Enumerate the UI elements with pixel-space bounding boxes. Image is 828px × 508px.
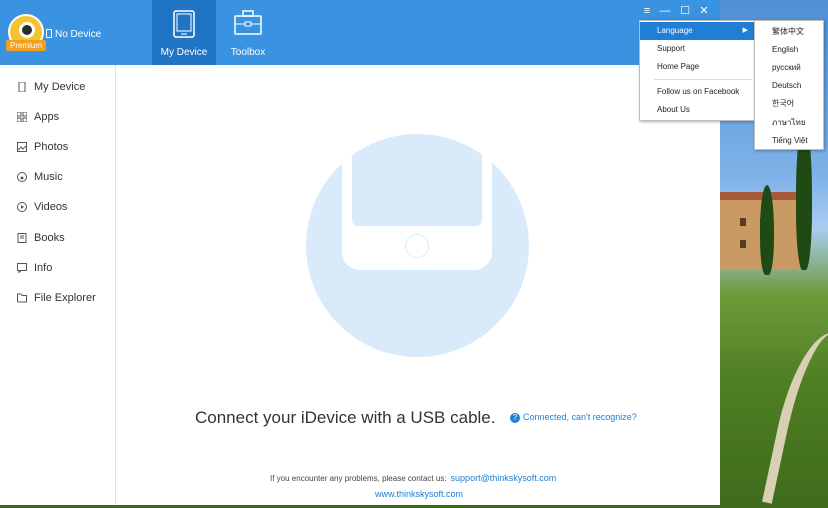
sidebar-item-label: Photos (34, 141, 69, 153)
house-window (740, 218, 746, 226)
connect-instruction: Connect your iDevice with a USB cable. (195, 408, 496, 427)
menu-item-label: Follow us on Facebook (657, 87, 740, 96)
sidebar-item-videos[interactable]: Videos (17, 197, 112, 217)
app-logo: Premium (6, 12, 46, 52)
language-option[interactable]: ภาษาไทย (772, 114, 806, 132)
cypress-tree (760, 185, 774, 275)
sidebar-item-info[interactable]: Info (17, 258, 112, 278)
help-link-label: Connected, can't recognize? (523, 412, 637, 422)
maximize-icon[interactable]: ☐ (678, 4, 692, 18)
window-controls: ≡ — ☐ ✕ (640, 4, 720, 18)
sidebar-item-photos[interactable]: Photos (17, 137, 112, 157)
folder-icon (17, 293, 27, 303)
sidebar-item-label: Videos (34, 201, 68, 213)
language-option[interactable]: русский (772, 59, 801, 77)
photo-icon (17, 142, 27, 152)
sidebar-item-label: Apps (34, 111, 60, 123)
toolbox-icon (234, 10, 262, 35)
menu-item-language[interactable]: Language ▶ (640, 22, 754, 40)
sidebar-item-label: My Device (34, 81, 86, 93)
tab-my-device[interactable]: My Device (152, 0, 216, 65)
website-link[interactable]: www.thinkskysoft.com (375, 489, 463, 499)
phone-screen (352, 134, 482, 226)
sidebar-item-books[interactable]: Books (17, 228, 112, 248)
main-content: Connect your iDevice with a USB cable. ?… (117, 65, 720, 505)
title-bar: Premium No Device My Device Toolbox ≡ — … (0, 0, 720, 65)
language-option[interactable]: Deutsch (772, 77, 801, 95)
help-link[interactable]: ? Connected, can't recognize? (510, 412, 637, 423)
close-icon[interactable]: ✕ (697, 4, 711, 18)
music-icon (17, 172, 27, 182)
sidebar-item-label: Books (34, 232, 65, 244)
tab-label: Toolbox (230, 47, 266, 58)
menu-item-facebook[interactable]: Follow us on Facebook (640, 83, 754, 101)
house-window (740, 240, 746, 248)
submenu-arrow-icon: ▶ (742, 27, 748, 34)
dirt-road (761, 325, 828, 508)
device-status-label: No Device (55, 29, 102, 40)
menu-item-home-page[interactable]: Home Page (640, 58, 754, 76)
tab-label: My Device (160, 47, 208, 58)
menu-item-label: About Us (657, 105, 690, 114)
menu-item-support[interactable]: Support (640, 40, 754, 58)
premium-badge: Premium (6, 40, 46, 51)
sidebar-item-my-device[interactable]: My Device (17, 77, 112, 97)
phone-icon (46, 29, 52, 38)
language-option[interactable]: 繁体中文 (772, 23, 804, 41)
language-submenu: 繁体中文 English русский Deutsch 한국어 ภาษาไทย… (754, 20, 824, 150)
main-menu: Language ▶ Support Home Page Follow us o… (639, 20, 755, 121)
sidebar-item-label: File Explorer (34, 292, 96, 304)
tablet-icon (173, 10, 195, 38)
sidebar-item-label: Info (34, 262, 53, 274)
menu-item-about[interactable]: About Us (640, 101, 754, 119)
sidebar: My Device Apps Photos Music Videos Books… (0, 65, 116, 505)
connect-illustration (306, 134, 529, 357)
menu-item-label: Support (657, 44, 686, 53)
menu-item-label: Language (657, 26, 693, 35)
app-window: Premium No Device My Device Toolbox ≡ — … (0, 0, 720, 505)
language-option[interactable]: English (772, 41, 798, 59)
minimize-icon[interactable]: — (658, 4, 672, 18)
chat-icon (17, 263, 27, 273)
menu-item-label: Home Page (657, 62, 700, 71)
language-option[interactable]: Tiếng Việt (772, 132, 808, 150)
phone-illustration (342, 134, 492, 270)
menu-icon[interactable]: ≡ (640, 4, 654, 18)
apps-grid-icon (17, 112, 27, 122)
video-icon (17, 202, 27, 212)
contact-line: If you encounter any problems, please co… (270, 473, 556, 483)
sidebar-item-file-explorer[interactable]: File Explorer (17, 288, 112, 308)
home-button (405, 234, 429, 258)
support-email-link[interactable]: support@thinkskysoft.com (451, 473, 557, 483)
sidebar-item-music[interactable]: Music (17, 167, 112, 187)
menu-separator (654, 79, 752, 80)
sidebar-item-apps[interactable]: Apps (17, 107, 112, 127)
device-status: No Device (46, 29, 101, 40)
help-icon: ? (510, 413, 520, 423)
contact-text: If you encounter any problems, please co… (270, 474, 447, 483)
book-icon (17, 233, 27, 243)
language-option[interactable]: 한국어 (772, 95, 794, 113)
phone-icon (18, 82, 26, 92)
logo-eye (19, 22, 35, 38)
sidebar-item-label: Music (34, 171, 63, 183)
tab-toolbox[interactable]: Toolbox (216, 0, 280, 65)
